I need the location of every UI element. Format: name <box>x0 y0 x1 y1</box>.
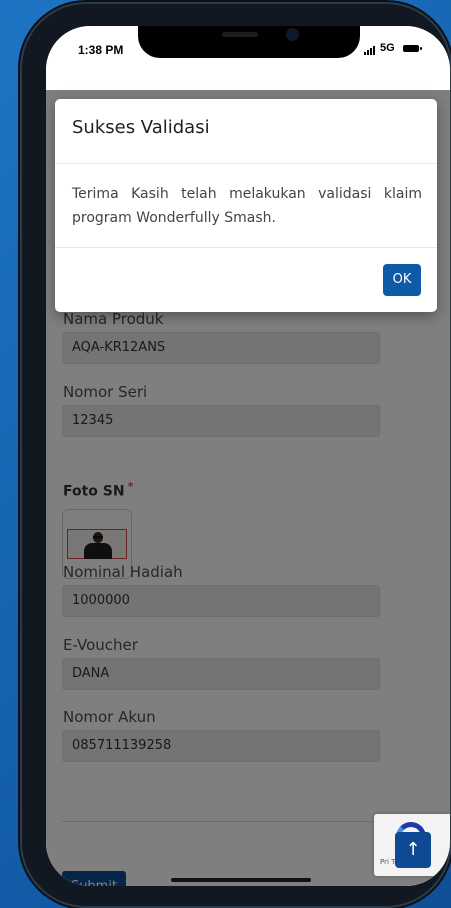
modal-footer-divider <box>55 247 437 248</box>
back-to-top-button[interactable]: ↑ <box>395 832 431 868</box>
home-indicator[interactable] <box>171 878 311 882</box>
camera-icon <box>288 30 297 39</box>
ok-button[interactable]: OK <box>383 264 421 296</box>
status-bar: 1:38 PM 5G <box>46 26 450 90</box>
modal-message: Terima Kasih telah melakukan validasi kl… <box>72 186 422 226</box>
signal-icon <box>364 46 375 55</box>
battery-icon <box>403 45 422 52</box>
address-bar[interactable] <box>106 64 380 82</box>
modal-title: Sukses Validasi <box>72 117 210 138</box>
modal-header-divider <box>55 163 437 164</box>
network-label: 5G <box>380 42 395 54</box>
notch <box>138 26 360 58</box>
status-time: 1:38 PM <box>78 43 124 57</box>
speaker-icon <box>222 32 258 37</box>
phone-screen: 1:38 PM 5G Nama Produk AQA-KR12ANS Nomor… <box>46 26 450 886</box>
success-modal: Sukses Validasi Terima Kasih telah melak… <box>55 99 437 312</box>
